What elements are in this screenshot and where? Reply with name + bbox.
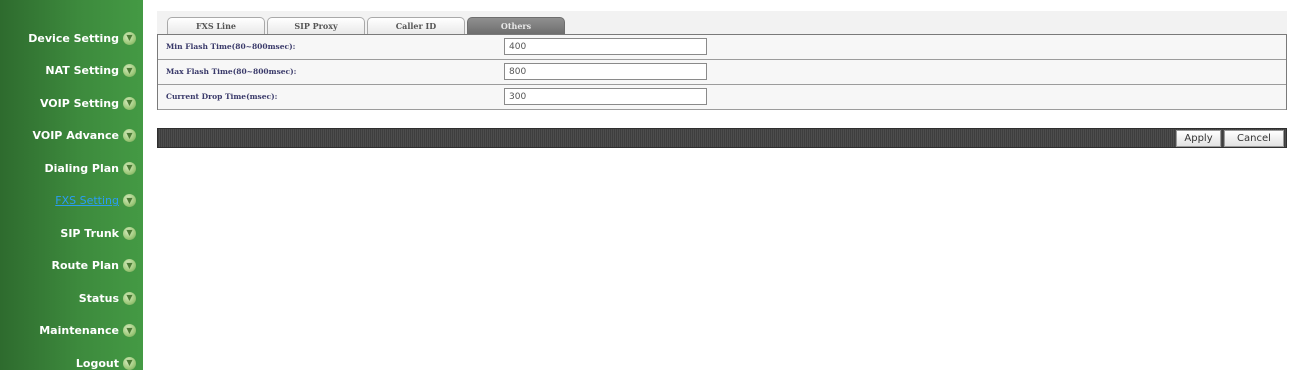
apply-button[interactable]: Apply (1176, 130, 1221, 147)
sidebar-item-label: FXS Setting (55, 194, 119, 208)
cancel-button[interactable]: Cancel (1224, 130, 1284, 147)
sidebar-item-label: Dialing Plan (44, 161, 120, 175)
action-bar: Apply Cancel (157, 128, 1287, 148)
min-flash-time-input[interactable] (504, 38, 707, 55)
min-flash-time-label: Min Flash Time(80~800msec): (166, 42, 296, 51)
sidebar: Device Setting ▼ NAT Setting ▼ VOIP Sett… (0, 0, 143, 370)
others-settings-form: Min Flash Time(80~800msec): Max Flash Ti… (157, 34, 1287, 110)
tab-fxs-line[interactable]: FXS Line (167, 17, 265, 34)
current-drop-time-label: Current Drop Time(msec): (166, 92, 278, 101)
sidebar-item-label: VOIP Setting (39, 96, 119, 110)
sidebar-item-nat-setting[interactable]: NAT Setting ▼ (0, 55, 143, 88)
arrow-circle-icon: ▼ (123, 194, 136, 208)
current-drop-time-input[interactable] (504, 88, 707, 105)
tab-bar: FXS Line SIP Proxy Caller ID Others (157, 11, 1287, 35)
sidebar-item-voip-setting[interactable]: VOIP Setting ▼ (0, 87, 143, 120)
sidebar-item-label: Device Setting (28, 31, 119, 45)
arrow-circle-icon: ▼ (123, 356, 136, 370)
sidebar-item-sip-trunk[interactable]: SIP Trunk ▼ (0, 217, 143, 250)
sidebar-item-label: Route Plan (51, 259, 120, 273)
sidebar-item-dialing-plan[interactable]: Dialing Plan ▼ (0, 152, 143, 185)
arrow-circle-icon: ▼ (123, 64, 136, 78)
form-row-max-flash-time: Max Flash Time(80~800msec): (158, 60, 1286, 85)
sidebar-item-voip-advance[interactable]: VOIP Advance ▼ (0, 120, 143, 153)
sidebar-item-logout[interactable]: Logout ▼ (0, 347, 143, 380)
arrow-circle-icon: ▼ (123, 96, 136, 110)
sidebar-item-status[interactable]: Status ▼ (0, 282, 143, 315)
sidebar-item-label: Status (78, 291, 119, 305)
sidebar-item-fxs-setting[interactable]: FXS Setting ▼ (0, 185, 143, 218)
arrow-circle-icon: ▼ (123, 161, 136, 175)
sidebar-item-label: NAT Setting (45, 64, 119, 78)
form-row-current-drop-time: Current Drop Time(msec): (158, 85, 1286, 110)
sidebar-item-device-setting[interactable]: Device Setting ▼ (0, 22, 143, 55)
arrow-circle-icon: ▼ (123, 226, 136, 240)
tab-caller-id[interactable]: Caller ID (367, 17, 465, 34)
tab-sip-proxy[interactable]: SIP Proxy (267, 17, 365, 34)
sidebar-item-route-plan[interactable]: Route Plan ▼ (0, 250, 143, 283)
sidebar-item-maintenance[interactable]: Maintenance ▼ (0, 315, 143, 348)
sidebar-item-label: SIP Trunk (60, 226, 119, 240)
max-flash-time-label: Max Flash Time(80~800msec): (166, 67, 297, 76)
arrow-circle-icon: ▼ (123, 31, 136, 45)
sidebar-item-label: Maintenance (39, 324, 119, 338)
main-content: FXS Line SIP Proxy Caller ID Others Min … (157, 0, 1287, 370)
arrow-circle-icon: ▼ (123, 129, 136, 143)
arrow-circle-icon: ▼ (123, 324, 136, 338)
sidebar-item-label: Logout (75, 356, 119, 370)
arrow-circle-icon: ▼ (123, 291, 136, 305)
sidebar-item-label: VOIP Advance (32, 129, 119, 143)
tab-others[interactable]: Others (467, 17, 565, 34)
max-flash-time-input[interactable] (504, 63, 707, 80)
arrow-circle-icon: ▼ (123, 259, 136, 273)
form-row-min-flash-time: Min Flash Time(80~800msec): (158, 35, 1286, 60)
